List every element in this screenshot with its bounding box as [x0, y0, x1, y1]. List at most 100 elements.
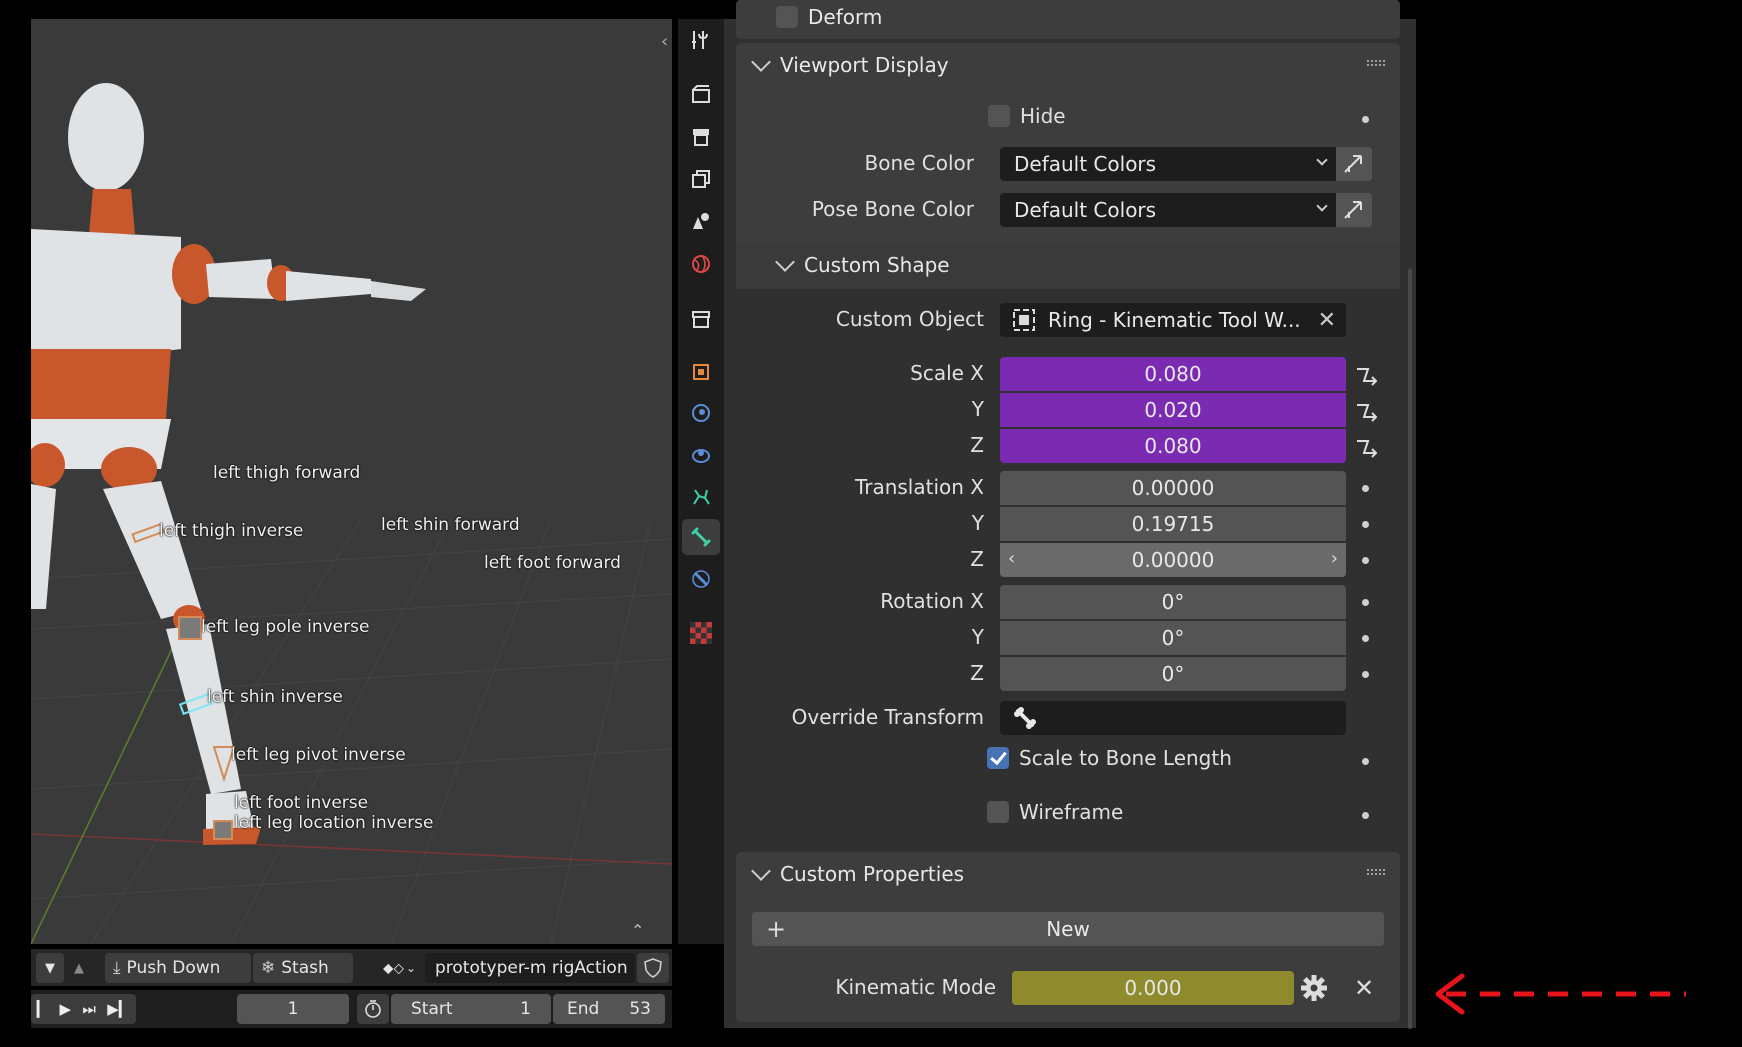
current-frame-value: 1 [287, 999, 299, 1019]
custom-object-field[interactable]: Ring - Kinematic Tool W... ✕ [1000, 303, 1346, 337]
keyframe-jump-icon[interactable]: ⏭ [82, 1000, 96, 1018]
texture-icon[interactable] [682, 615, 720, 651]
chevron-down-icon [1316, 154, 1328, 166]
rotation-z-label: Z [970, 661, 984, 685]
new-property-button[interactable]: + New [752, 912, 1384, 946]
chevron-up-icon[interactable]: ⌃ [631, 921, 644, 940]
bone-constraint-icon[interactable] [682, 561, 720, 597]
jump-start-icon[interactable]: ▎ [37, 1000, 49, 1018]
fake-user-button[interactable] [637, 953, 669, 983]
animate-dot-icon[interactable] [1362, 485, 1369, 492]
hide-checkbox[interactable] [988, 105, 1010, 127]
rotation-z-field[interactable]: 0° [1000, 657, 1346, 691]
action-icon: ⬥⬦ [383, 959, 405, 977]
properties-scrollbar[interactable] [1408, 269, 1412, 1029]
chevron-right-icon[interactable]: › [1331, 548, 1338, 569]
view-layer-icon[interactable] [682, 161, 720, 197]
jump-end-icon[interactable]: ▶▎ [107, 1000, 130, 1018]
wireframe-label: Wireframe [1019, 800, 1124, 824]
action-name-field[interactable]: prototyper-m rigAction [425, 953, 635, 983]
world-icon[interactable] [682, 246, 720, 282]
plus-icon: + [766, 915, 787, 943]
translation-y-field[interactable]: 0.19715 [1000, 507, 1346, 541]
deform-checkbox[interactable] [776, 6, 798, 28]
animate-dot-icon[interactable] [1362, 116, 1369, 123]
3d-viewport[interactable]: left thigh forward left thigh inverse le… [31, 19, 672, 944]
animate-dot-icon[interactable] [1362, 812, 1369, 819]
translation-z-field[interactable]: ‹ 0.00000 › [1000, 543, 1346, 577]
rotation-z-value: 0° [1161, 662, 1185, 686]
scale-to-bone-length-label: Scale to Bone Length [1019, 746, 1232, 770]
override-transform-field[interactable] [1000, 701, 1346, 735]
scale-x-value: 0.080 [1144, 362, 1202, 386]
stopwatch-icon[interactable] [357, 994, 389, 1024]
physics-icon[interactable] [682, 478, 720, 514]
driver-icon[interactable] [1354, 435, 1380, 459]
bone-color-dropdown[interactable]: Default Colors [1000, 147, 1336, 181]
stash-label: Stash [281, 958, 329, 978]
particles-icon[interactable] [682, 437, 720, 473]
render-icon[interactable] [682, 76, 720, 112]
animate-dot-icon[interactable] [1362, 521, 1369, 528]
chevron-left-icon[interactable]: ‹ [1008, 548, 1015, 569]
play-icon[interactable]: ▶ [60, 1000, 72, 1018]
deform-header[interactable]: Deform [776, 5, 882, 29]
push-down-button[interactable]: ⤓ Push Down [105, 953, 251, 983]
translation-y-label: Y [971, 511, 984, 535]
pose-bone-color-dropdown[interactable]: Default Colors [1000, 193, 1336, 227]
object-icon [1013, 309, 1035, 331]
nla-expand-button[interactable]: ▲ [66, 953, 92, 983]
start-frame-field[interactable]: Start 1 [391, 994, 551, 1024]
deform-panel: Deform [736, 0, 1400, 39]
action-type-dropdown[interactable]: ⬥⬦ ⌄ [377, 953, 423, 983]
end-frame-field[interactable]: End 53 [553, 994, 665, 1024]
drag-handle-icon[interactable] [1366, 868, 1386, 876]
override-transform-label: Override Transform [791, 705, 984, 729]
close-icon[interactable]: ✕ [1318, 308, 1336, 333]
output-icon[interactable] [682, 119, 720, 155]
animate-dot-icon[interactable] [1362, 671, 1369, 678]
modifier-icon[interactable] [682, 395, 720, 431]
animate-dot-icon[interactable] [1362, 635, 1369, 642]
bone-icon[interactable] [682, 519, 720, 555]
chevron-left-icon[interactable]: ‹ [661, 31, 672, 55]
scene-icon[interactable] [682, 203, 720, 239]
scale-y-field[interactable]: 0.020 [1000, 393, 1346, 427]
color-swap-button[interactable] [1336, 147, 1372, 181]
new-label: New [1046, 917, 1090, 941]
tool-icon[interactable] [682, 22, 720, 58]
object-icon[interactable] [682, 354, 720, 390]
triangle-down-icon: ▼ [45, 960, 55, 976]
custom-properties-panel: Custom Properties + New Kinematic Mode 0… [736, 852, 1400, 1022]
translation-x-field[interactable]: 0.00000 [1000, 471, 1346, 505]
translation-x-label: Translation X [854, 475, 984, 499]
animate-dot-icon[interactable] [1362, 758, 1369, 765]
pose-color-swap-button[interactable] [1336, 193, 1372, 227]
collection-icon[interactable] [682, 301, 720, 337]
rotation-y-field[interactable]: 0° [1000, 621, 1346, 655]
push-down-icon: ⤓ [113, 958, 121, 978]
scale-to-bone-length-checkbox[interactable] [987, 747, 1009, 769]
animate-dot-icon[interactable] [1362, 557, 1369, 564]
viewport-display-header[interactable]: Viewport Display [751, 52, 949, 77]
current-frame-field[interactable]: 1 [237, 994, 349, 1024]
kinematic-mode-field[interactable]: 0.000 [1012, 971, 1294, 1005]
close-icon[interactable]: ✕ [1354, 974, 1374, 1002]
nla-collapse-button[interactable]: ▼ [36, 953, 64, 983]
scale-x-label: Scale X [910, 361, 984, 385]
driver-icon[interactable] [1354, 363, 1380, 387]
bone-label: left foot forward [484, 553, 621, 573]
scale-x-field[interactable]: 0.080 [1000, 357, 1346, 391]
wireframe-checkbox[interactable] [987, 801, 1009, 823]
custom-object-value: Ring - Kinematic Tool W... [1048, 308, 1301, 332]
driver-icon[interactable] [1354, 399, 1380, 423]
rotation-x-field[interactable]: 0° [1000, 585, 1346, 619]
scale-z-field[interactable]: 0.080 [1000, 429, 1346, 463]
custom-shape-header[interactable]: Custom Shape [775, 252, 950, 277]
animate-dot-icon[interactable] [1362, 599, 1369, 606]
drag-handle-icon[interactable] [1366, 59, 1386, 67]
pose-bone-color-label: Pose Bone Color [811, 197, 974, 221]
custom-properties-header[interactable]: Custom Properties [751, 861, 964, 886]
gear-icon[interactable] [1300, 974, 1328, 1002]
stash-button[interactable]: ❄ Stash [253, 953, 353, 983]
